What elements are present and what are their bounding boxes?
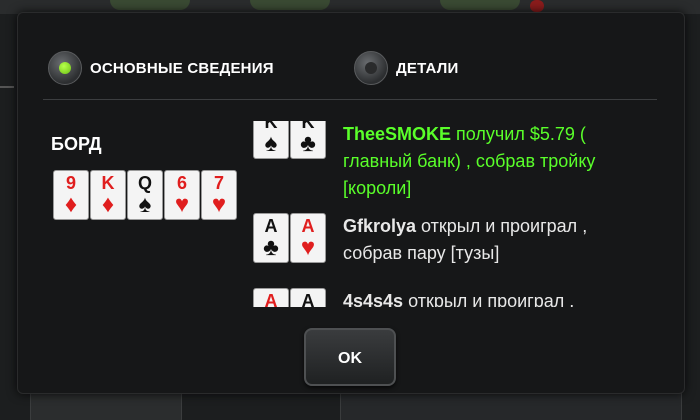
hole-cards: A♦A♠: [253, 288, 343, 307]
top-pill: [440, 0, 520, 10]
playing-card: A♦: [253, 288, 289, 307]
history-entry: A ♣ A ♥ Gfkrolya открыл и проиграл , собрав …: [253, 213, 643, 267]
alert-badge: [530, 0, 544, 12]
card-suit-icon: ♥: [211, 191, 227, 218]
history-text: 4s4s4s открыл и проиграл ,: [343, 288, 643, 307]
result-text: открыл и проиграл ,: [403, 291, 575, 307]
history-text: TheeSMOKE получил $5.79 ( главный банк) …: [343, 121, 643, 202]
player-name: Gfkrolya: [343, 216, 417, 236]
history-entry: A♦A♠4s4s4s открыл и проиграл ,: [253, 288, 643, 307]
card-suit-icon: ♣: [300, 130, 316, 157]
card-rank: A: [264, 216, 278, 236]
card-suit-icon: ♥: [174, 191, 190, 218]
playing-card: 9 ♦: [53, 170, 89, 220]
divider: [43, 99, 657, 100]
tab-basic-info[interactable]: ОСНОВНЫЕ СВЕДЕНИЯ: [48, 51, 274, 85]
playing-card: A ♣: [253, 213, 289, 263]
player-name: 4s4s4s: [343, 291, 404, 307]
history-entry: K ♠ K ♣ TheeSMOKE получил $5.79 ( главный ба…: [253, 121, 643, 202]
playing-card: A♠: [290, 288, 326, 307]
hole-cards: K ♠ K ♣: [253, 121, 343, 202]
card-suit-icon: ♣: [263, 234, 279, 261]
tab-basic-info-label: ОСНОВНЫЕ СВЕДЕНИЯ: [90, 59, 274, 77]
card-suit-icon: ♦: [64, 191, 78, 218]
ok-button[interactable]: OK: [304, 328, 396, 386]
radio-details[interactable]: [354, 51, 388, 85]
hole-cards: A ♣ A ♥: [253, 213, 343, 267]
playing-card: 7 ♥: [201, 170, 237, 220]
board-label: БОРД: [51, 134, 102, 154]
top-pill: [110, 0, 190, 10]
card-suit-icon: ♠: [138, 191, 152, 218]
radio-dot: [59, 62, 71, 74]
card-suit-icon: ♠: [264, 130, 278, 157]
tab-details-label: ДЕТАЛИ: [396, 59, 459, 77]
tab-details[interactable]: ДЕТАЛИ: [354, 51, 458, 85]
history-text: Gfkrolya открыл и проиграл , собрав пару…: [343, 213, 643, 267]
card-rank: 9: [65, 173, 76, 193]
card-rank: 6: [176, 173, 187, 193]
playing-card: K ♦: [90, 170, 126, 220]
card-rank: 7: [213, 173, 224, 193]
radio-basic-info[interactable]: [48, 51, 82, 85]
playing-card: A ♥: [290, 213, 326, 263]
playing-card: 6 ♥: [164, 170, 200, 220]
card-suit-icon: ♥: [300, 234, 316, 261]
hand-results-dialog: ОСНОВНЫЕ СВЕДЕНИЯ ДЕТАЛИ БОРД 9 ♦ K ♦ Q ♠ 6 ♥ 7 ♥…: [17, 12, 685, 394]
radio-dot: [365, 62, 377, 74]
card-rank: A: [264, 291, 278, 307]
playing-card: K ♠: [253, 121, 289, 159]
hand-history-list[interactable]: K ♠ K ♣ TheeSMOKE получил $5.79 ( главный ба…: [253, 121, 673, 307]
top-pill: [250, 0, 330, 10]
board-cards: 9 ♦ K ♦ Q ♠ 6 ♥ 7 ♥: [53, 170, 237, 220]
player-name: TheeSMOKE: [343, 124, 452, 144]
card-rank: K: [101, 173, 115, 193]
card-rank: A: [301, 216, 315, 236]
card-rank: A: [301, 291, 315, 307]
card-suit-icon: ♦: [101, 191, 115, 218]
playing-card: K ♣: [290, 121, 326, 159]
playing-card: Q ♠: [127, 170, 163, 220]
card-rank: Q: [137, 173, 152, 193]
left-edge-line: [0, 86, 14, 88]
